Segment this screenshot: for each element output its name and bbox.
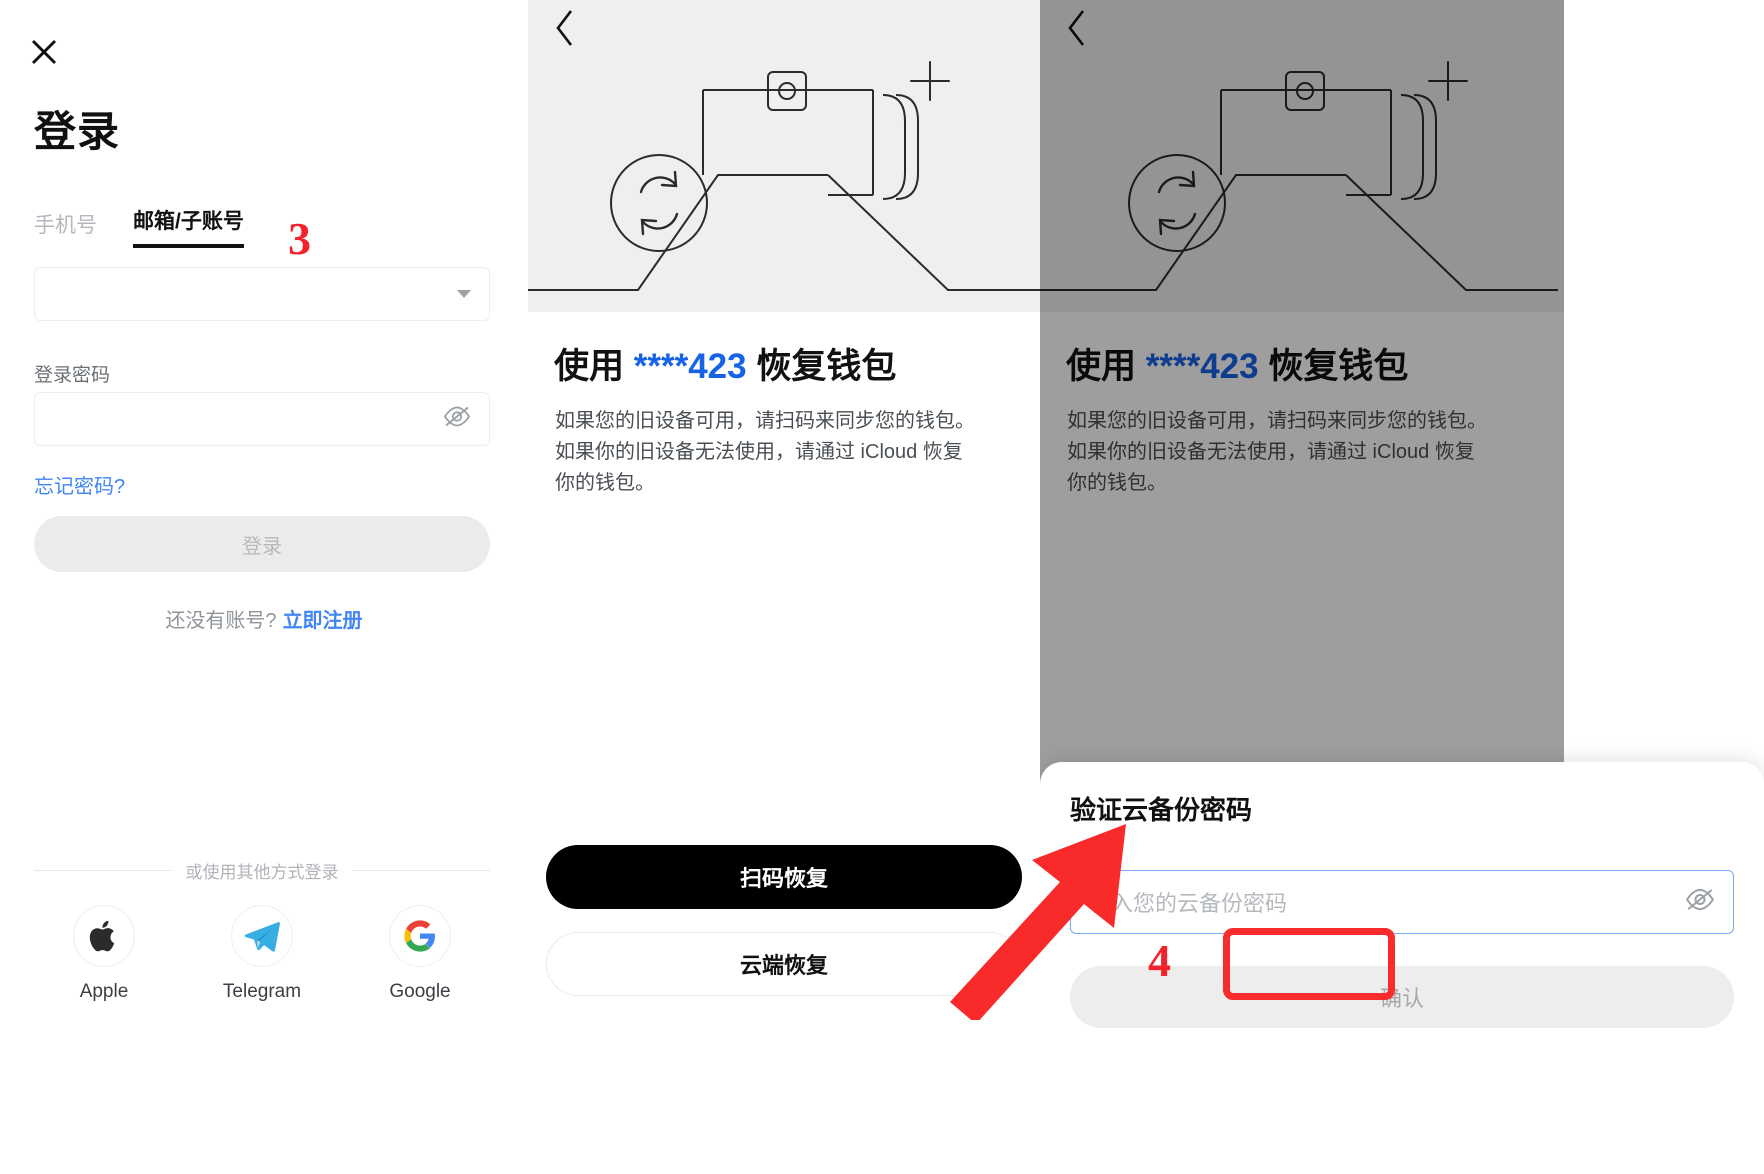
divider-line-left bbox=[34, 870, 172, 871]
login-panel: 登录 手机号 邮箱/子账号 3 登录密码 忘记密码? 登录 还没有账号? 立即注册 bbox=[0, 0, 528, 1174]
google-icon bbox=[389, 905, 451, 967]
signup-prompt-row: 还没有账号? 立即注册 bbox=[0, 604, 528, 633]
divider-label: 或使用其他方式登录 bbox=[185, 863, 339, 882]
recover-body-line1: 如果您的旧设备可用，请扫码来同步您的钱包。 bbox=[555, 410, 975, 432]
step-marker-3: 3 bbox=[288, 213, 311, 264]
apple-icon bbox=[73, 905, 135, 967]
divider-line-right bbox=[352, 870, 490, 871]
password-label: 登录密码 bbox=[34, 365, 111, 386]
social-login-google-label: Google bbox=[389, 981, 451, 1002]
eye-off-icon[interactable] bbox=[443, 406, 471, 433]
cloud-password-placeholder: 输入您的云备份密码 bbox=[1089, 891, 1288, 916]
close-icon[interactable] bbox=[30, 38, 58, 66]
telegram-icon bbox=[231, 905, 293, 967]
social-login-apple-label: Apple bbox=[79, 981, 129, 1002]
password-input[interactable] bbox=[34, 392, 490, 446]
chevron-down-icon bbox=[457, 290, 471, 298]
social-login-row: Apple Telegram Google bbox=[34, 905, 490, 1003]
login-method-tabs: 手机号 邮箱/子账号 bbox=[34, 205, 244, 248]
recover-panel: 使用 ****423 恢复钱包 如果您的旧设备可用，请扫码来同步您的钱包。 如果… bbox=[528, 0, 1040, 1174]
social-login-telegram[interactable]: Telegram bbox=[192, 905, 332, 1003]
signup-link[interactable]: 立即注册 bbox=[283, 610, 363, 632]
recover-title: 使用 ****423 恢复钱包 bbox=[554, 338, 896, 389]
login-button[interactable]: 登录 bbox=[34, 516, 490, 572]
account-select[interactable] bbox=[34, 267, 490, 321]
eye-off-icon[interactable] bbox=[1685, 888, 1715, 917]
confirm-button[interactable]: 确认 bbox=[1070, 966, 1734, 1028]
signup-prompt-text: 还没有账号? bbox=[165, 610, 277, 632]
social-login-apple[interactable]: Apple bbox=[34, 905, 174, 1003]
tab-email-subaccount[interactable]: 邮箱/子账号 bbox=[133, 205, 244, 248]
recover-body-line3: 你的钱包。 bbox=[555, 472, 655, 494]
cloud-password-sheet: 验证云备份密码 输入您的云备份密码 确认 bbox=[1040, 762, 1764, 1174]
tab-phone[interactable]: 手机号 bbox=[34, 209, 97, 248]
cloud-password-panel: 使用 ****423 恢复钱包 如果您的旧设备可用，请扫码来同步您的钱包。 如果… bbox=[1040, 0, 1764, 1174]
screenshot-stage: 登录 手机号 邮箱/子账号 3 登录密码 忘记密码? 登录 还没有账号? 立即注册 bbox=[0, 0, 1764, 1174]
recover-body: 如果您的旧设备可用，请扫码来同步您的钱包。 如果你的旧设备无法使用，请通过 iC… bbox=[555, 406, 1007, 499]
wallet-sync-illustration bbox=[528, 61, 1040, 291]
recover-title-prefix: 使用 bbox=[554, 347, 634, 386]
recover-body-line2: 如果你的旧设备无法使用，请通过 iCloud 恢复 bbox=[555, 441, 963, 463]
cloud-recover-button[interactable]: 云端恢复 bbox=[546, 932, 1022, 996]
hero-banner bbox=[528, 0, 1040, 312]
alt-login-divider: 或使用其他方式登录 bbox=[34, 858, 490, 883]
forgot-password-link[interactable]: 忘记密码? bbox=[34, 470, 125, 499]
recover-title-mask: ****423 bbox=[633, 347, 747, 386]
recover-title-suffix: 恢复钱包 bbox=[746, 347, 897, 386]
page-title: 登录 bbox=[34, 108, 121, 155]
sheet-title: 验证云备份密码 bbox=[1070, 795, 1253, 825]
social-login-telegram-label: Telegram bbox=[222, 981, 302, 1002]
cloud-password-input[interactable]: 输入您的云备份密码 bbox=[1070, 870, 1734, 934]
scan-recover-button[interactable]: 扫码恢复 bbox=[546, 845, 1022, 909]
social-login-google[interactable]: Google bbox=[350, 905, 490, 1003]
